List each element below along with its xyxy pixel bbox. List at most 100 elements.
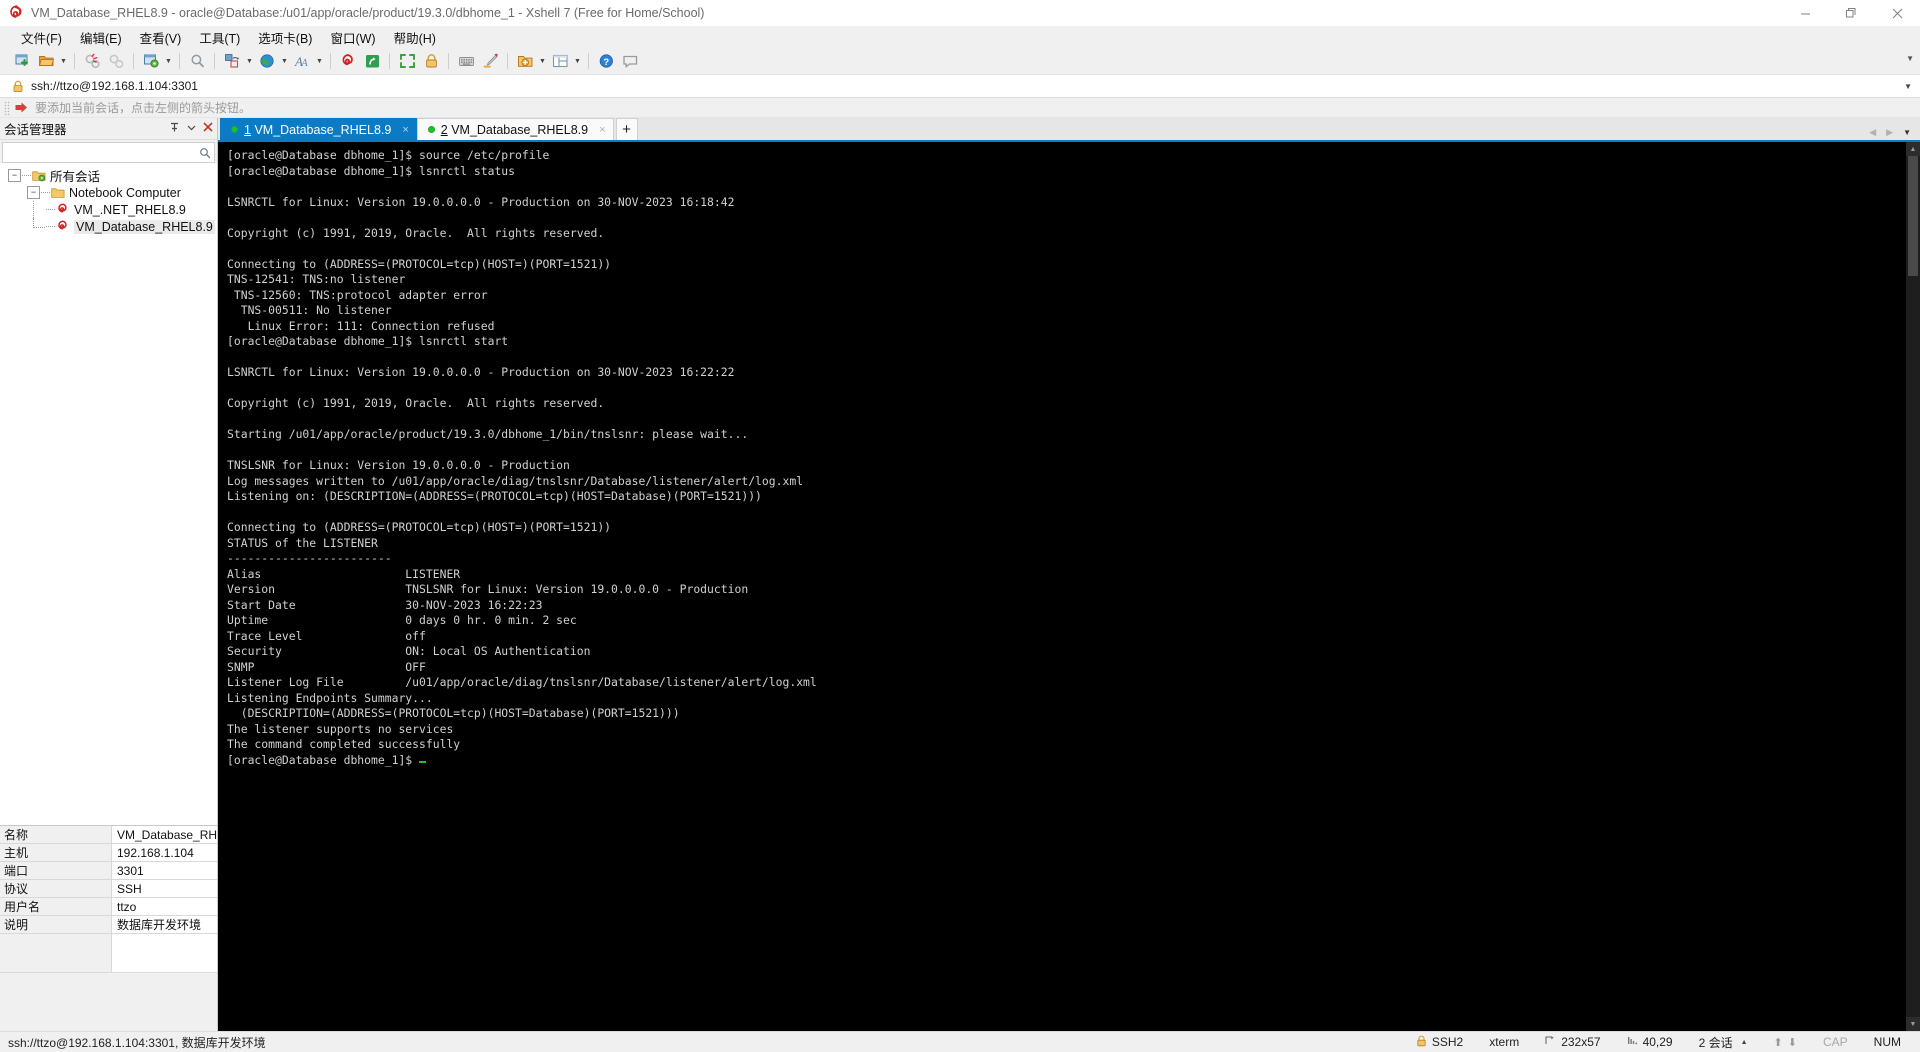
tab-list-dropdown-icon[interactable]: ▼ (1903, 128, 1911, 137)
session-properties-grid: 名称 VM_Database_RHE... 主机 192.168.1.104 端… (0, 825, 217, 1031)
find-icon[interactable] (185, 50, 209, 72)
title-bar: VM_Database_RHEL8.9 - oracle@Database:/u… (0, 0, 1920, 26)
tree-item-label: Notebook Computer (69, 185, 181, 200)
xshell-window: VM_Database_RHEL8.9 - oracle@Database:/u… (0, 0, 1920, 1052)
session-properties-dropdown-icon[interactable]: ▼ (163, 50, 174, 72)
lock-icon (12, 80, 24, 93)
add-session-arrow-icon[interactable] (14, 101, 29, 114)
font-icon[interactable]: A A (290, 50, 314, 72)
window-title: VM_Database_RHEL8.9 - oracle@Database:/u… (31, 6, 705, 20)
folder-icon (51, 187, 65, 199)
tab-2[interactable]: 2 VM_Database_RHEL8.9 × (416, 118, 614, 140)
disconnect-icon[interactable] (80, 50, 104, 72)
scrollbar-track-space[interactable] (1906, 276, 1920, 1017)
session-search-row[interactable] (2, 142, 215, 163)
add-folder-icon[interactable] (513, 50, 537, 72)
layout-icon[interactable] (548, 50, 572, 72)
drag-grip[interactable] (4, 100, 10, 115)
minimize-button[interactable] (1782, 0, 1828, 26)
feedback-icon[interactable] (618, 50, 642, 72)
tab-1[interactable]: 1 VM_Database_RHEL8.9 × (220, 118, 417, 140)
tab-scroll-left-icon[interactable]: ◀ (1869, 127, 1876, 138)
expander-icon[interactable]: − (8, 169, 21, 182)
file-transfer-dropdown-icon[interactable]: ▼ (244, 50, 255, 72)
scroll-up-icon[interactable]: ▲ (1906, 142, 1920, 156)
toolbar-overflow-icon[interactable]: ▼ (1906, 54, 1914, 63)
connect-icon[interactable] (104, 50, 128, 72)
new-session-icon[interactable] (10, 50, 34, 72)
address-bar[interactable]: ssh://ttzo@192.168.1.104:3301 ▼ (0, 74, 1920, 98)
session-manager-pane: 会话管理器 − 所有会话 − Notebook Computer VM_.NET… (0, 118, 218, 1031)
property-key: 说明 (0, 916, 112, 933)
tab-close-icon[interactable]: × (402, 124, 408, 136)
tab-close-icon[interactable]: × (599, 124, 605, 136)
globe-dropdown-icon[interactable]: ▼ (279, 50, 290, 72)
fullscreen-icon[interactable] (395, 50, 419, 72)
globe-icon[interactable] (255, 50, 279, 72)
tree-connector (46, 225, 55, 228)
toolbar-separator (389, 53, 390, 69)
session-search-input[interactable] (3, 144, 196, 161)
close-button[interactable] (1874, 0, 1920, 26)
open-folder-dropdown-icon[interactable]: ▼ (58, 50, 69, 72)
address-dropdown-icon[interactable]: ▼ (1904, 82, 1912, 91)
toolbar-separator (588, 53, 589, 69)
help-icon[interactable]: ? (594, 50, 618, 72)
xshell-red-icon[interactable] (336, 50, 360, 72)
toolbar-separator (214, 53, 215, 69)
session-manager-header: 会话管理器 (0, 118, 217, 140)
tree-item-all-sessions[interactable]: − 所有会话 (0, 167, 217, 184)
menu-tabs[interactable]: 选项卡(B) (249, 26, 321, 49)
status-sessions[interactable]: 2 会话 ▲ (1686, 1034, 1761, 1051)
tree-item-vm-database-rhel89[interactable]: VM_Database_RHEL8.9 (0, 218, 217, 235)
session-properties-icon[interactable] (139, 50, 163, 72)
open-folder-icon[interactable] (34, 50, 58, 72)
terminal-scrollbar[interactable]: ▲ ▼ (1906, 142, 1920, 1031)
status-size: 232x57 (1532, 1035, 1613, 1049)
pin-icon[interactable] (169, 122, 180, 136)
status-cursor-label: 40,29 (1642, 1035, 1673, 1049)
pane-close-icon[interactable] (203, 122, 213, 135)
keyboard-icon[interactable] (454, 50, 478, 72)
new-tab-button[interactable]: + (615, 118, 638, 140)
menu-window[interactable]: 窗口(W) (321, 26, 384, 49)
resize-icon (1545, 1035, 1556, 1049)
tree-item-notebook-computer[interactable]: − Notebook Computer (0, 184, 217, 201)
pane-dropdown-icon[interactable] (187, 123, 196, 135)
toolbar: ▼ ▼ ▼ ▼ A A ▼ ▼ ▼ ? ▼ (0, 48, 1920, 74)
status-terminal-type: xterm (1489, 1035, 1520, 1049)
status-connection-text: ssh://ttzo@192.168.1.104:3301, 数据库开发环境 (8, 1035, 266, 1050)
toolbar-separator (330, 53, 331, 69)
maximize-restore-button[interactable] (1828, 0, 1874, 26)
menu-tools[interactable]: 工具(T) (190, 26, 249, 49)
toolbar-separator (448, 53, 449, 69)
menu-view[interactable]: 查看(V) (131, 26, 191, 49)
lock-toolbar-icon[interactable] (419, 50, 443, 72)
search-icon[interactable] (196, 147, 214, 159)
terminal-area: [oracle@Database dbhome_1]$ source /etc/… (218, 140, 1920, 1031)
highlight-pen-icon[interactable] (478, 50, 502, 72)
property-value-empty (112, 934, 217, 972)
svg-text:?: ? (603, 57, 609, 68)
terminal-output[interactable]: [oracle@Database dbhome_1]$ source /etc/… (218, 142, 1906, 1031)
scroll-down-icon[interactable]: ▼ (1906, 1017, 1920, 1031)
menu-edit[interactable]: 编辑(E) (71, 26, 131, 49)
menu-file[interactable]: 文件(F) (12, 26, 71, 49)
xftp-green-icon[interactable] (360, 50, 384, 72)
toolbar-separator (179, 53, 180, 69)
layout-dropdown-icon[interactable]: ▼ (572, 50, 583, 72)
add-folder-dropdown-icon[interactable]: ▼ (537, 50, 548, 72)
font-dropdown-icon[interactable]: ▼ (314, 50, 325, 72)
file-transfer-icon[interactable] (220, 50, 244, 72)
sessions-dropdown-icon[interactable]: ▲ (1741, 1039, 1748, 1046)
status-transfer-indicators: ⬆ ⬇ (1761, 1036, 1810, 1049)
toolbar-separator (133, 53, 134, 69)
property-value: ttzo (117, 899, 137, 914)
expander-icon[interactable]: − (27, 186, 40, 199)
status-right-group: SSH2 xterm 232x57 40,29 2 会话 ▲ ⬆ ⬇ CAP N… (1403, 1034, 1920, 1051)
scrollbar-thumb[interactable] (1908, 156, 1918, 276)
tree-item-vm-net-rhel89[interactable]: VM_.NET_RHEL8.9 (0, 201, 217, 218)
menu-help[interactable]: 帮助(H) (385, 26, 445, 49)
tab-scroll-right-icon[interactable]: ▶ (1886, 127, 1893, 138)
tab-label: VM_Database_RHEL8.9 (451, 122, 589, 137)
